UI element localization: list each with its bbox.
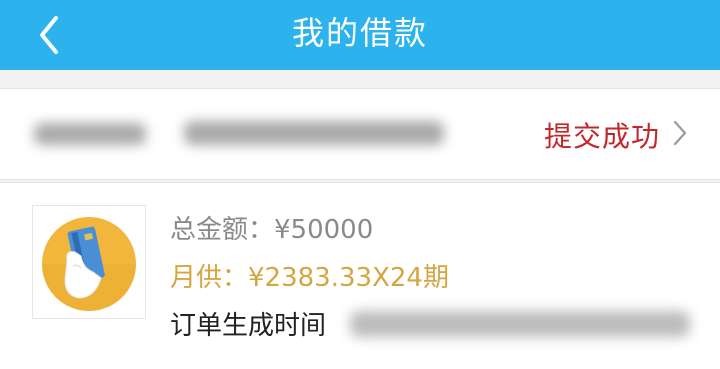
redacted-order-number: [184, 121, 444, 145]
total-amount-label: 总金额：: [170, 215, 275, 245]
monthly-payment-value: ¥2383.33X24期: [248, 263, 449, 293]
chevron-right-icon: [673, 120, 687, 146]
loan-product-thumbnail: [32, 205, 146, 319]
total-amount-value: ¥50000: [274, 215, 374, 245]
total-amount: 总金额：¥50000: [170, 209, 373, 246]
page-title: 我的借款: [291, 14, 428, 52]
redacted-label: [34, 123, 146, 145]
order-created-time-label: 订单生成时间: [170, 311, 327, 341]
order-created-time: 订单生成时间: [170, 305, 326, 342]
app-header: 我的借款: [0, 0, 720, 70]
loan-status-row[interactable]: 提交成功: [0, 88, 720, 180]
monthly-payment: 月供：¥2383.33X24期: [170, 257, 449, 294]
loan-order-card[interactable]: 总金额：¥50000 月供：¥2383.33X24期 订单生成时间: [0, 182, 720, 369]
monthly-payment-label: 月供：: [170, 263, 249, 293]
redacted-order-time: [350, 311, 690, 337]
status-badge: 提交成功: [543, 120, 660, 153]
card-in-hand-icon: [42, 217, 136, 311]
